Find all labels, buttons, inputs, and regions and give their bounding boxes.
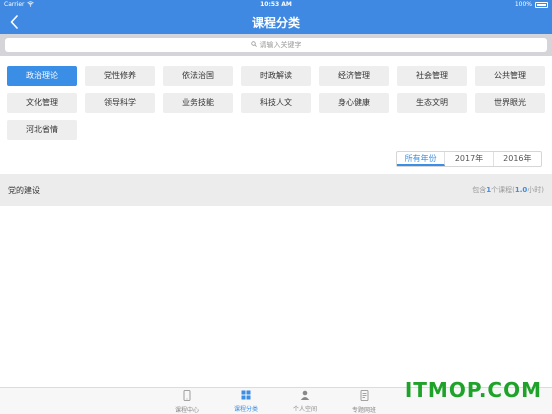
status-time: 10:53 AM bbox=[260, 1, 292, 8]
category-tag[interactable]: 业务技能 bbox=[163, 93, 233, 113]
battery-percent: 100% bbox=[514, 1, 532, 8]
document-icon bbox=[339, 390, 389, 405]
tab-label: 专题网班 bbox=[351, 407, 376, 414]
search-placeholder: 请输入关键字 bbox=[259, 41, 302, 49]
info-mid: 个课程( bbox=[491, 186, 515, 194]
year-filter: 所有年份 2017年 2016年 bbox=[396, 151, 542, 167]
category-tag[interactable]: 经济管理 bbox=[319, 66, 389, 86]
tab-personal-space[interactable]: 个人空间 bbox=[280, 390, 330, 413]
category-tag[interactable]: 科技人文 bbox=[241, 93, 311, 113]
category-tag[interactable]: 河北省情 bbox=[7, 120, 77, 140]
category-tag[interactable]: 领导科学 bbox=[85, 93, 155, 113]
tab-label: 个人空间 bbox=[292, 406, 317, 413]
tab-label: 课程分类 bbox=[233, 406, 258, 413]
course-count-info: 包含1个课程(1.0小时) bbox=[472, 185, 544, 195]
category-tag[interactable]: 时政解读 bbox=[241, 66, 311, 86]
battery-icon bbox=[535, 2, 548, 8]
search-icon bbox=[250, 41, 257, 49]
tab-topic-class[interactable]: 专题网班 bbox=[339, 390, 389, 414]
tab-course-center[interactable]: 课程中心 bbox=[162, 390, 212, 414]
tab-course-category[interactable]: 课程分类 bbox=[221, 390, 271, 413]
grid-icon bbox=[221, 390, 271, 404]
info-suffix: 小时) bbox=[527, 186, 544, 194]
phone-icon bbox=[162, 390, 212, 405]
tab-label: 课程中心 bbox=[174, 407, 199, 414]
category-tag[interactable]: 政治理论 bbox=[7, 66, 77, 86]
section-title: 党的建设 bbox=[8, 186, 40, 195]
year-option-all[interactable]: 所有年份 bbox=[397, 152, 446, 166]
category-tag[interactable]: 世界眼光 bbox=[475, 93, 545, 113]
info-prefix: 包含 bbox=[472, 186, 487, 194]
year-option-2017[interactable]: 2017年 bbox=[445, 152, 494, 166]
category-tag[interactable]: 社会管理 bbox=[397, 66, 467, 86]
section-header[interactable]: 党的建设 包含1个课程(1.0小时) bbox=[0, 174, 552, 206]
course-hours: 1.0 bbox=[514, 186, 528, 194]
category-tag[interactable]: 依法治国 bbox=[163, 66, 233, 86]
person-icon bbox=[280, 390, 330, 404]
page-title: 课程分类 bbox=[251, 16, 300, 30]
category-tag[interactable]: 公共管理 bbox=[475, 66, 545, 86]
year-option-2016[interactable]: 2016年 bbox=[494, 152, 541, 166]
watermark-text: ITMOP.COM bbox=[404, 378, 542, 402]
category-tag[interactable]: 身心健康 bbox=[319, 93, 389, 113]
status-bar: Carrier 10:53 AM 100% bbox=[0, 0, 552, 10]
category-tag[interactable]: 党性修养 bbox=[85, 66, 155, 86]
search-bar: 请输入关键字 bbox=[0, 34, 552, 56]
category-tag[interactable]: 生态文明 bbox=[397, 93, 467, 113]
search-input[interactable]: 请输入关键字 bbox=[5, 38, 547, 52]
category-tag[interactable]: 文化管理 bbox=[7, 93, 77, 113]
nav-bar: 课程分类 bbox=[0, 10, 552, 34]
